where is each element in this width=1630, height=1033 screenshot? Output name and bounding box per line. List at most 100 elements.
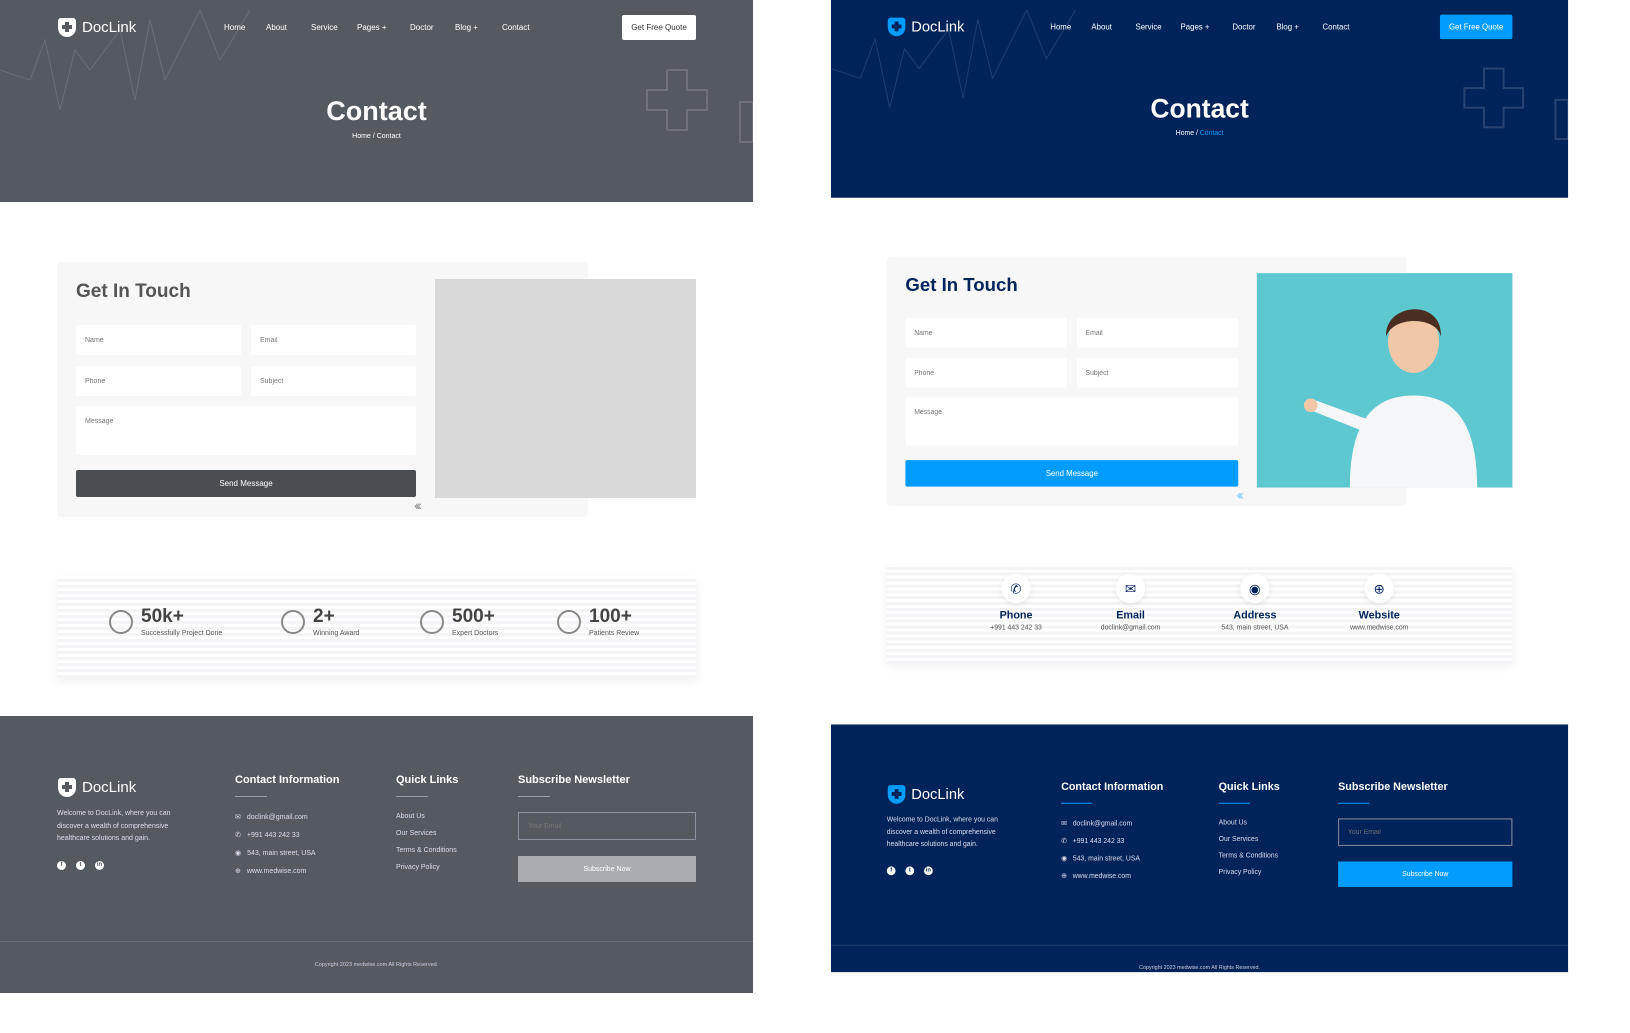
design-panel: DocLink Home About Service Pages + Docto… (831, 0, 1569, 973)
link-privacy[interactable]: Privacy Policy (396, 864, 458, 871)
linkedin-icon[interactable]: in (95, 861, 104, 870)
logo-text: DocLink (82, 19, 137, 36)
nav-blog[interactable]: Blog + (455, 23, 478, 32)
card-title: Website (1358, 609, 1400, 622)
card-value[interactable]: doclink@gmail.com (1072, 625, 1189, 632)
footer-heading: Quick Links (1219, 781, 1280, 804)
email-input[interactable] (1076, 318, 1239, 348)
chevrons-decoration: ‹‹‹ (414, 497, 422, 513)
footer-contact: Contact Information ✉ doclink@gmail.com ✆… (235, 774, 340, 885)
footer-about: Welcome to DocLink, where you can discov… (886, 816, 998, 848)
card-value[interactable]: +991 443 242 33 (957, 625, 1074, 632)
hero-banner: DocLink Home About Service Pages + Docto… (0, 0, 753, 202)
breadcrumb-home[interactable]: Home (1176, 130, 1194, 137)
stat-value: 100+ (589, 606, 632, 627)
card-value[interactable]: www.medwise.com (1321, 625, 1438, 632)
message-textarea[interactable] (905, 397, 1239, 446)
message-textarea[interactable] (76, 406, 416, 455)
card-title: Phone (999, 609, 1033, 622)
footer-phone[interactable]: ✆ +991 443 242 33 (235, 831, 340, 840)
nav-about[interactable]: About (1091, 23, 1111, 32)
nav-home[interactable]: Home (1050, 23, 1071, 32)
link-about-us[interactable]: About Us (1219, 819, 1280, 826)
twitter-icon[interactable]: t (76, 861, 85, 870)
breadcrumb: Home / Contact (0, 133, 753, 140)
footer-email[interactable]: ✉ doclink@gmail.com (1061, 819, 1163, 827)
footer-phone-text: +991 443 242 33 (1072, 837, 1125, 845)
subject-input[interactable] (1076, 358, 1239, 388)
link-privacy[interactable]: Privacy Policy (1219, 869, 1280, 876)
doctor-image (1256, 273, 1513, 488)
link-our-services[interactable]: Our Services (1219, 836, 1280, 843)
subscribe-button[interactable]: Subscribe Now (518, 856, 696, 882)
phone-input[interactable] (905, 358, 1067, 388)
email-input[interactable] (251, 325, 416, 355)
footer-logo[interactable]: DocLink (887, 785, 964, 804)
nav-pages[interactable]: Pages + (357, 23, 387, 32)
newsletter-email-input[interactable] (518, 812, 696, 840)
footer-address-text: 543, main street, USA (247, 849, 316, 857)
info-strip: ✆ Phone +991 443 242 33 ✉ Email doclink@gmai… (886, 563, 1513, 664)
facebook-icon[interactable]: f (886, 866, 896, 876)
logo[interactable]: DocLink (887, 17, 964, 37)
footer-logo[interactable]: DocLink (58, 778, 136, 797)
social-links: f t in (886, 866, 933, 876)
nav-service[interactable]: Service (1135, 23, 1161, 32)
breadcrumb: Home / Contact (831, 130, 1568, 137)
info-strip: 50k+ Successfully Project Done 2+ Winning … (57, 576, 696, 678)
chevrons-decoration: ‹‹‹ (1236, 486, 1244, 503)
footer-about: Welcome to DocLink, where you can discov… (57, 810, 171, 842)
shield-cross-icon (58, 778, 76, 797)
nav-doctor[interactable]: Doctor (410, 23, 434, 32)
footer-website[interactable]: ⊕ www.medwise.com (235, 867, 340, 876)
nav-contact[interactable]: Contact (502, 23, 530, 32)
breadcrumb-current: Contact (376, 133, 401, 140)
breadcrumb-current: Contact (1199, 130, 1224, 138)
footer-website[interactable]: ⊕ www.medwise.com (1061, 872, 1163, 880)
stat-item: 2+ Winning Award (281, 606, 360, 637)
logo[interactable]: DocLink (58, 18, 136, 37)
nav-contact[interactable]: Contact (1322, 23, 1349, 32)
card-title: Email (1116, 609, 1145, 622)
stat-label: Successfully Project Done (141, 630, 223, 637)
twitter-icon[interactable]: t (905, 866, 915, 876)
shield-cross-icon (887, 17, 906, 37)
footer-phone[interactable]: ✆ +991 443 242 33 (1061, 837, 1163, 845)
phone-icon: ✆ (235, 832, 241, 839)
link-our-services[interactable]: Our Services (396, 830, 458, 837)
contact-card-address: ◉ Address 543, main street, USA (1196, 573, 1313, 631)
footer: DocLink Welcome to DocLink, where you ca… (831, 724, 1569, 973)
subscribe-button[interactable]: Subscribe Now (1338, 861, 1513, 887)
get-free-quote-button[interactable]: Get Free Quote (1439, 14, 1513, 40)
phone-input[interactable] (76, 366, 241, 396)
footer-website-text: www.medwise.com (246, 867, 307, 875)
contact-card-email: ✉ Email doclink@gmail.com (1072, 573, 1189, 632)
newsletter-email-input[interactable] (1338, 818, 1513, 846)
social-links: f t in (57, 861, 104, 870)
link-terms[interactable]: Terms & Conditions (1219, 853, 1280, 860)
get-free-quote-button[interactable]: Get Free Quote (622, 15, 696, 40)
send-message-button[interactable]: Send Message (905, 460, 1239, 487)
stat-item: 50k+ Successfully Project Done (109, 606, 222, 637)
nav-pages[interactable]: Pages + (1181, 23, 1210, 32)
facebook-icon[interactable]: f (57, 861, 66, 870)
link-about-us[interactable]: About Us (396, 813, 458, 820)
stat-label: Patients Review (589, 630, 640, 637)
stat-item: 500+ Expert Doctors (420, 606, 498, 637)
nav-about[interactable]: About (266, 23, 287, 32)
footer-address: ◉ 543, main street, USA (1061, 855, 1163, 863)
nav-doctor[interactable]: Doctor (1232, 23, 1255, 32)
send-message-button[interactable]: Send Message (76, 470, 416, 497)
name-input[interactable] (76, 325, 241, 355)
footer-address-text: 543, main street, USA (1072, 855, 1140, 863)
name-input[interactable] (905, 318, 1067, 348)
nav-home[interactable]: Home (224, 23, 245, 32)
breadcrumb-home[interactable]: Home (352, 133, 371, 140)
link-terms[interactable]: Terms & Conditions (396, 847, 458, 854)
footer-email[interactable]: ✉ doclink@gmail.com (235, 813, 340, 822)
nav-blog[interactable]: Blog + (1276, 23, 1298, 32)
linkedin-icon[interactable]: in (924, 866, 933, 876)
subject-input[interactable] (251, 366, 416, 396)
footer-phone-text: +991 443 242 33 (246, 831, 300, 839)
nav-service[interactable]: Service (311, 23, 338, 32)
